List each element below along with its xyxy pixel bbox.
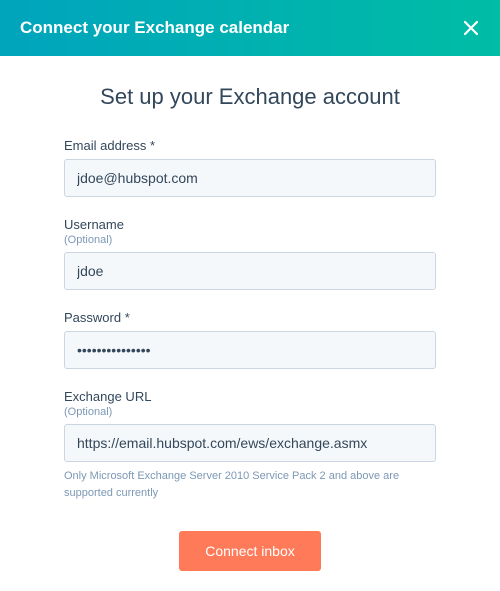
dialog-content: Set up your Exchange account Email addre… — [0, 56, 500, 591]
exchange-url-helper: Only Microsoft Exchange Server 2010 Serv… — [64, 468, 436, 501]
exchange-url-optional: (Optional) — [64, 406, 436, 418]
exchange-url-field[interactable] — [64, 424, 436, 462]
button-row: Connect inbox — [64, 531, 436, 571]
username-label: Username — [64, 217, 436, 232]
dialog-title: Connect your Exchange calendar — [20, 18, 289, 38]
password-label: Password * — [64, 310, 436, 325]
password-field[interactable] — [64, 331, 436, 369]
page-title: Set up your Exchange account — [64, 84, 436, 110]
password-field-group: Password * — [64, 310, 436, 369]
exchange-url-label: Exchange URL — [64, 389, 436, 404]
email-field[interactable] — [64, 159, 436, 197]
username-optional: (Optional) — [64, 234, 436, 246]
dialog-header: Connect your Exchange calendar — [0, 0, 500, 56]
connect-inbox-button[interactable]: Connect inbox — [179, 531, 321, 571]
email-label: Email address * — [64, 138, 436, 153]
email-field-group: Email address * — [64, 138, 436, 197]
close-icon[interactable] — [462, 19, 480, 37]
exchange-url-field-group: Exchange URL (Optional) Only Microsoft E… — [64, 389, 436, 501]
username-field-group: Username (Optional) — [64, 217, 436, 290]
username-field[interactable] — [64, 252, 436, 290]
